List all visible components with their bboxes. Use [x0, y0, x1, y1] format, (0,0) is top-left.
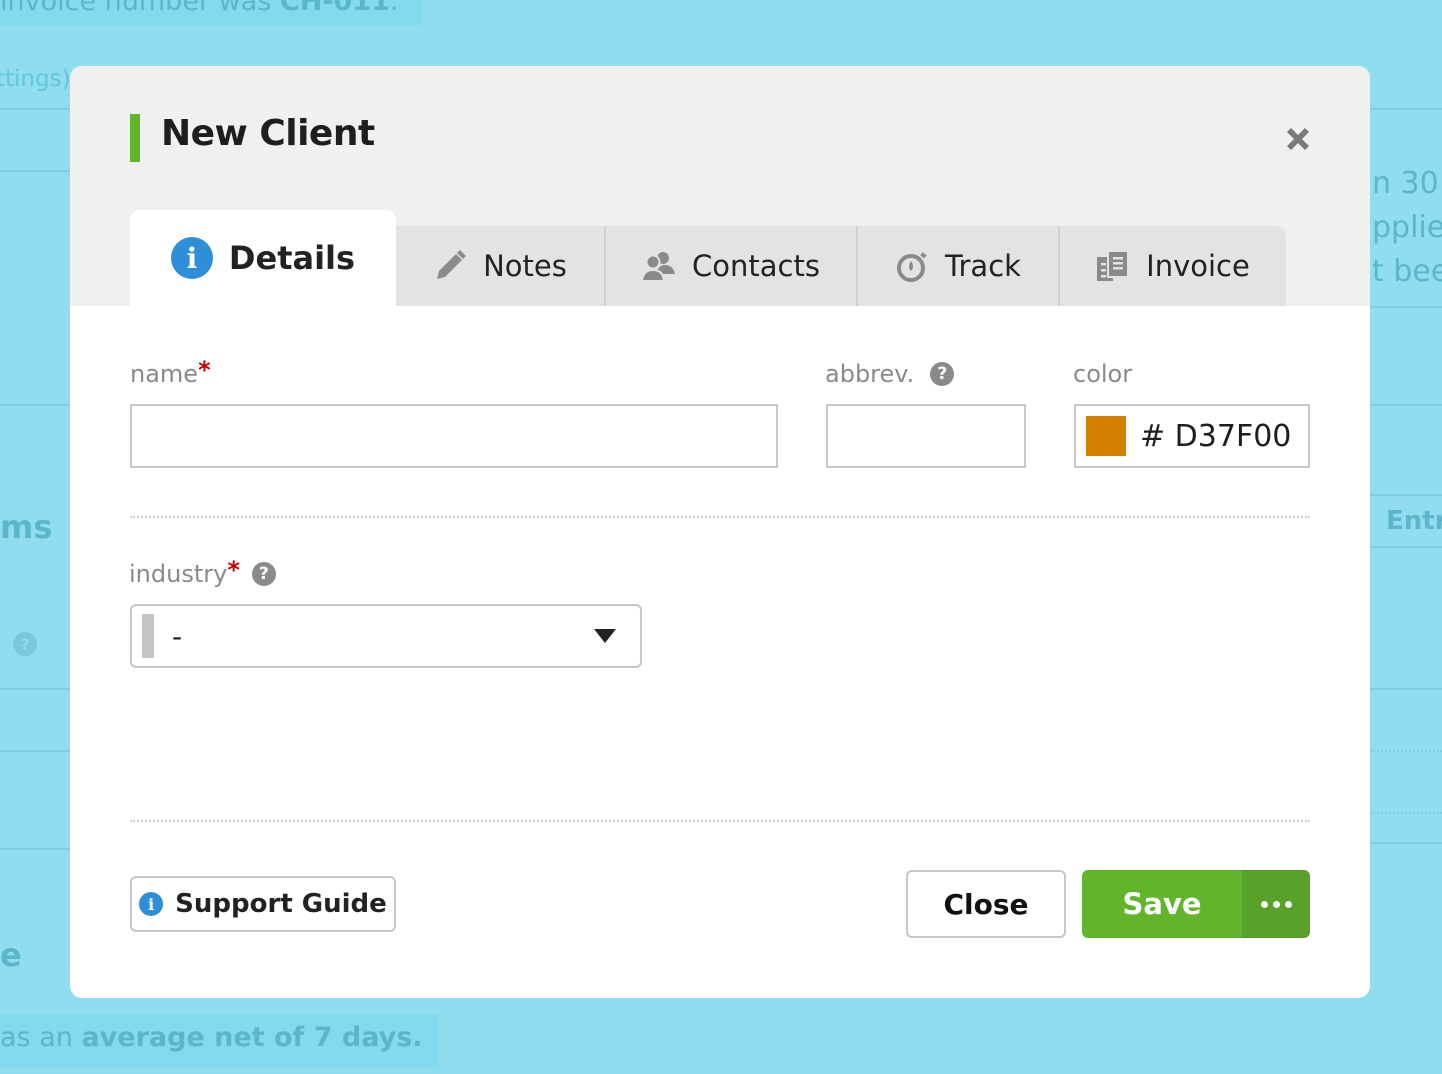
required-asterisk: * [227, 556, 240, 584]
bg-divider [0, 750, 70, 752]
bg-help-icon: ? [13, 632, 37, 656]
color-label: color [1073, 360, 1133, 388]
info-icon: i [170, 237, 213, 279]
close-x-icon[interactable] [1280, 121, 1316, 157]
section-divider [130, 516, 1310, 518]
bg-divider [1370, 404, 1442, 406]
bg-divider [1370, 546, 1442, 548]
support-guide-button[interactable]: i Support Guide [130, 876, 396, 932]
bg-divider [1370, 494, 1442, 496]
bg-section-heading: e [0, 936, 22, 974]
info-icon: i [139, 892, 164, 916]
industry-color-bar [142, 614, 154, 658]
bg-divider [1370, 842, 1442, 844]
dialog-tabs: i Details Notes Contacts Track Invoice [130, 210, 1286, 306]
bg-divider [1370, 750, 1442, 752]
bg-divider [0, 170, 70, 172]
bg-text-bold: average net of 7 days. [81, 1022, 423, 1053]
dialog-header: New Client i Details Notes Contacts Trac… [70, 66, 1370, 306]
users-icon [642, 252, 676, 282]
ellipsis-icon [1284, 900, 1292, 908]
bg-divider [0, 404, 70, 406]
caret-down-icon [594, 629, 616, 643]
bg-text: . [389, 0, 399, 17]
tab-contacts[interactable]: Contacts [606, 226, 858, 306]
bg-divider [1370, 306, 1442, 308]
name-label-text: name [130, 360, 199, 388]
bg-settings-link: ttings) [0, 66, 71, 92]
required-asterisk: * [198, 356, 211, 384]
bg-text: invoice number was [0, 0, 272, 17]
bg-text-bold: CH-011 [279, 0, 390, 17]
bg-divider [0, 848, 70, 850]
ellipsis-icon [1260, 900, 1268, 908]
tab-label: Details [228, 239, 356, 277]
tab-label: Notes [483, 249, 567, 283]
save-button-group: Save [1082, 870, 1310, 938]
abbrev-label: abbrev. ? [825, 360, 955, 388]
industry-selected-value: - [172, 619, 183, 653]
bg-divider [0, 108, 70, 110]
bg-text: as an [0, 1022, 73, 1053]
bg-entries-header: Entr [1386, 506, 1442, 536]
bg-text: n 30 [1372, 166, 1439, 201]
stopwatch-icon [897, 252, 927, 282]
save-button[interactable]: Save [1082, 870, 1242, 938]
ellipsis-icon [1272, 900, 1280, 908]
industry-select[interactable]: - [130, 604, 642, 668]
tab-notes[interactable]: Notes [396, 226, 606, 306]
more-options-button[interactable] [1242, 870, 1310, 938]
color-picker-field[interactable]: # D37F00 [1074, 404, 1310, 468]
name-input[interactable] [130, 404, 778, 468]
support-guide-label: Support Guide [175, 889, 387, 919]
bg-divider [1370, 688, 1442, 690]
tab-label: Track [945, 249, 1021, 283]
bg-average-note: as an average net of 7 days. [0, 1014, 439, 1068]
tab-label: Contacts [692, 249, 820, 283]
new-client-dialog: New Client i Details Notes Contacts Trac… [70, 66, 1370, 998]
title-accent-bar [130, 114, 140, 162]
industry-label-text: industry [129, 560, 228, 588]
dialog-title: New Client [161, 113, 375, 154]
color-swatch[interactable] [1086, 416, 1126, 456]
color-hex-value: # D37F00 [1140, 418, 1292, 454]
tab-track[interactable]: Track [858, 226, 1060, 306]
industry-label: industry * ? [129, 556, 276, 588]
bg-text: pplied [1372, 210, 1442, 245]
bg-section-heading: ms [0, 508, 53, 546]
bg-invoice-note: invoice number was CH-011. [0, 0, 423, 26]
bg-text: t bee [1372, 254, 1442, 289]
close-button[interactable]: Close [906, 870, 1066, 938]
name-label: name * [130, 356, 211, 388]
bg-divider [1370, 812, 1442, 814]
tab-details[interactable]: i Details [130, 210, 396, 306]
abbrev-label-text: abbrev. [825, 360, 915, 388]
bg-divider [1370, 108, 1442, 110]
bg-divider [0, 688, 70, 690]
tab-invoice[interactable]: Invoice [1060, 226, 1286, 306]
pencil-icon [437, 250, 467, 279]
help-icon[interactable]: ? [251, 562, 276, 586]
abbrev-input[interactable] [826, 404, 1026, 468]
help-icon[interactable]: ? [930, 362, 955, 386]
tab-label: Invoice [1146, 249, 1250, 283]
footer-divider [130, 820, 1310, 822]
invoice-icon [1097, 250, 1130, 281]
